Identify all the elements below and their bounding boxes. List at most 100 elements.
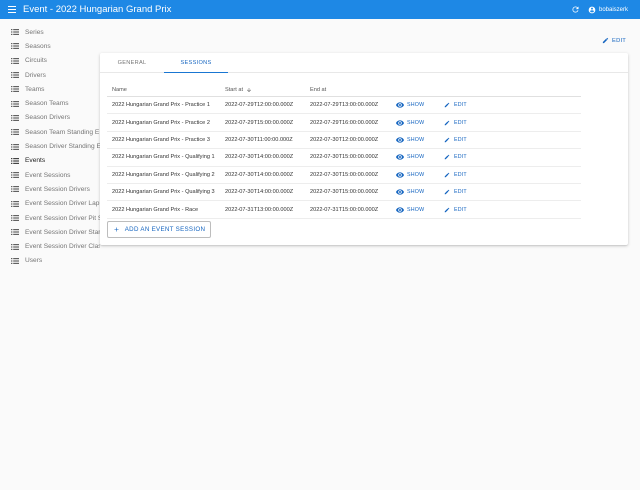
list-icon [11,257,19,264]
edit-button[interactable]: EDIT [444,120,467,126]
column-header-start[interactable]: Start at [225,87,310,93]
sidebar-item[interactable]: Event Sessions [0,168,100,182]
session-end-cell: 2022-07-30T15:00:00.000Z [310,171,379,178]
sidebar-item-label: Season Drivers [25,114,71,122]
session-end-cell: 2022-07-29T13:00:00.000Z [310,102,379,109]
arrow-down-icon [246,87,252,93]
show-button[interactable]: SHOW [396,207,424,213]
tab-general[interactable]: GENERAL [100,53,164,73]
eye-icon [396,154,404,161]
sidebar-item[interactable]: Users [0,254,100,268]
sidebar-item[interactable]: Circuits [0,54,100,68]
list-icon [11,129,19,136]
session-start-cell: 2022-07-30T14:00:00.000Z [225,171,294,178]
sidebar-item-label: Event Session Driver Lap [25,200,100,208]
edit-label: EDIT [454,189,467,196]
session-start-cell: 2022-07-31T13:00:00.000Z [225,206,294,213]
edit-label: EDIT [454,119,467,126]
eye-icon [396,206,404,213]
list-icon [11,200,19,207]
sidebar-item[interactable]: Series [0,25,100,39]
sidebar-item[interactable]: Seasons [0,39,100,53]
list-icon [11,172,19,179]
edit-button[interactable]: EDIT [444,207,467,213]
show-label: SHOW [407,206,425,213]
table-row: 2022 Hungarian Grand Prix - Practice 1 20… [107,97,581,115]
username: bobaiszerk [598,6,628,13]
show-button[interactable]: SHOW [396,154,424,160]
show-button[interactable]: SHOW [396,189,424,195]
eye-icon [396,189,404,195]
sidebar-item-label: Series [25,28,44,36]
sidebar-item-label: Event Session Driver Pit S [25,214,100,222]
session-end-cell: 2022-07-30T15:00:00.000Z [310,154,379,161]
table-row: 2022 Hungarian Grand Prix - Practice 2 20… [107,114,581,132]
show-label: SHOW [407,154,425,161]
tab-sessions[interactable]: SESSIONS [164,53,228,73]
list-icon [11,114,19,121]
pencil-icon [444,189,450,195]
edit-label: EDIT [454,136,467,143]
column-header-name[interactable]: Name [107,87,225,93]
edit-label: EDIT [454,171,467,178]
show-button[interactable]: SHOW [396,120,424,126]
sidebar-item-label: Circuits [25,57,47,65]
sidebar-item[interactable]: Season Team Standing E [0,125,100,139]
app-bar-actions: bobaiszerk [571,5,628,14]
session-start-cell: 2022-07-30T14:00:00.000Z [225,189,294,196]
sidebar-item[interactable]: Event Session Drivers [0,182,100,196]
pencil-icon [444,120,450,126]
sidebar-item[interactable]: Season Teams [0,96,100,110]
add-event-session-button[interactable]: ADD AN EVENT SESSION [107,221,211,238]
show-button[interactable]: SHOW [396,172,424,178]
refresh-icon[interactable] [571,5,580,14]
edit-label: EDIT [454,154,467,161]
show-button[interactable]: SHOW [396,137,424,143]
list-icon [11,143,19,150]
show-button[interactable]: SHOW [396,102,424,108]
sidebar-item[interactable]: Teams [0,82,100,96]
edit-event-button[interactable]: EDIT [602,37,626,44]
tab-bar: GENERAL SESSIONS [100,53,628,73]
pencil-icon [602,37,609,44]
pencil-icon [444,137,450,143]
session-name-cell: 2022 Hungarian Grand Prix - Qualifying 1 [112,154,215,161]
sidebar-item[interactable]: Event Session Driver Clas [0,239,100,253]
session-name-cell: 2022 Hungarian Grand Prix - Qualifying 2 [112,171,215,178]
page-title: Event - 2022 Hungarian Grand Prix [23,4,172,15]
menu-icon[interactable] [8,6,16,14]
sessions-table: Name Start at End at 2022 Hungarian Gran… [107,83,581,219]
sidebar-item-label: Season Teams [25,100,69,108]
edit-button[interactable]: EDIT [444,172,467,178]
list-icon [11,229,19,236]
column-header-end[interactable]: End at [310,87,396,93]
edit-button[interactable]: EDIT [444,137,467,143]
sidebar-item[interactable]: Drivers [0,68,100,82]
show-label: SHOW [407,102,425,109]
sidebar-item[interactable]: Events [0,154,100,168]
sidebar-item[interactable]: Event Session Driver Pit S [0,211,100,225]
edit-label: EDIT [612,37,627,44]
eye-icon [396,172,404,178]
sidebar-item[interactable]: Event Session Driver Stan [0,225,100,239]
user-menu[interactable]: bobaiszerk [588,6,628,14]
session-end-cell: 2022-07-29T16:00:00.000Z [310,119,379,126]
edit-button[interactable]: EDIT [444,102,467,108]
session-start-cell: 2022-07-30T14:00:00.000Z [225,154,294,161]
table-row: 2022 Hungarian Grand Prix - Qualifying 2… [107,167,581,184]
sidebar-item[interactable]: Season Drivers [0,111,100,125]
table-row: 2022 Hungarian Grand Prix - Practice 3 20… [107,132,581,150]
edit-button[interactable]: EDIT [444,189,467,195]
sidebar-item[interactable]: Event Session Driver Lap [0,197,100,211]
sidebar-item[interactable]: Season Driver Standing E [0,139,100,153]
edit-button[interactable]: EDIT [444,154,467,160]
event-card: GENERAL SESSIONS Name Start at End at 20… [100,53,628,245]
list-icon [11,100,19,107]
session-start-cell: 2022-07-29T15:00:00.000Z [225,119,294,126]
sidebar: Series Seasons Circuits Drivers Teams Season … [0,25,100,268]
show-label: SHOW [407,171,425,178]
list-icon [11,57,19,64]
list-icon [11,215,19,221]
sidebar-item-label: Season Team Standing E [25,128,100,136]
list-icon [11,157,19,164]
